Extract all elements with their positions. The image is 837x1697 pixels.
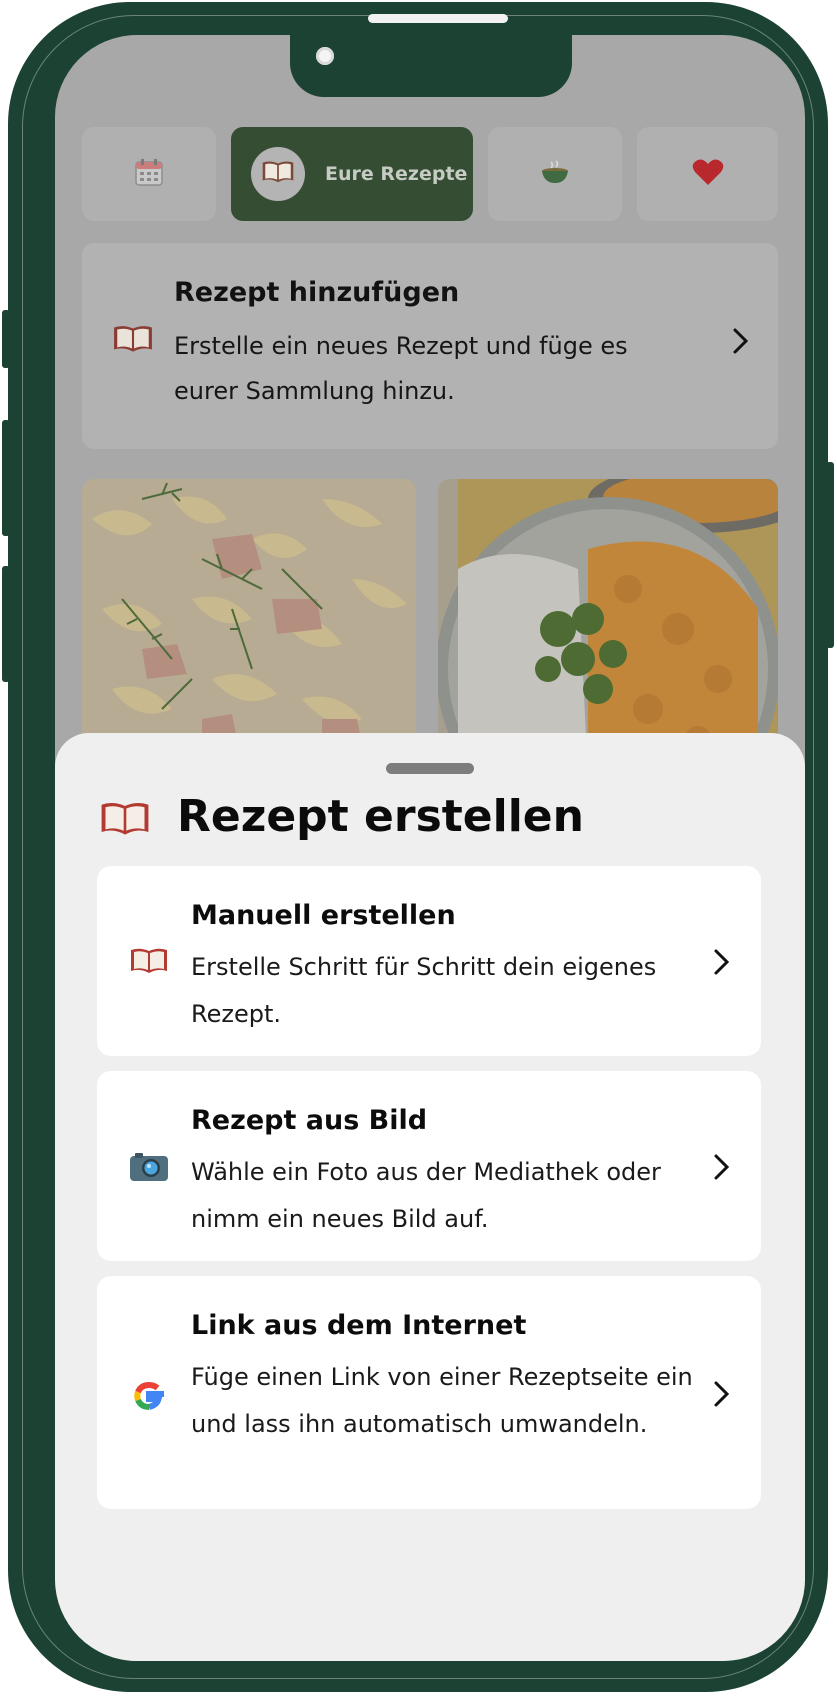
chevron-right-icon [713, 1380, 731, 1412]
tab-label: Eure Rezepte [325, 163, 468, 185]
create-recipe-sheet: Rezept erstellen Manuell erstellen Erste… [55, 733, 805, 1661]
book-icon [261, 159, 295, 189]
calendar-icon [134, 157, 164, 191]
google-icon [129, 1376, 169, 1420]
chevron-right-icon [713, 948, 731, 980]
book-icon [129, 946, 169, 980]
book-icon [112, 323, 154, 359]
sheet-drag-handle[interactable] [386, 763, 474, 774]
notch [290, 35, 572, 97]
option-description: Erstelle Schritt für Schritt dein eigene… [191, 953, 657, 1028]
option-description: Füge einen Link von einer Rezeptseite ei… [191, 1363, 693, 1438]
option-title: Manuell erstellen [191, 900, 456, 931]
option-description: Wähle ein Foto aus der Mediathek oder ni… [191, 1158, 661, 1233]
option-title: Rezept aus Bild [191, 1105, 428, 1136]
chevron-right-icon [713, 1153, 731, 1185]
tab-favorites[interactable] [637, 127, 778, 221]
book-icon [99, 799, 151, 843]
option-manual-create[interactable]: Manuell erstellen Erstelle Schritt für S… [97, 866, 761, 1056]
camera-icon [129, 1151, 169, 1187]
sheet-title: Rezept erstellen [177, 791, 584, 842]
option-recipe-from-image[interactable]: Rezept aus Bild Wähle ein Foto aus der M… [97, 1071, 761, 1261]
heart-icon [692, 158, 724, 190]
tab-calendar[interactable] [82, 127, 216, 221]
tab-eure-rezepte[interactable]: Eure Rezepte [231, 127, 473, 221]
category-tab-bar: Eure Rezepte [82, 127, 778, 221]
add-recipe-title: Rezept hinzufügen [174, 277, 460, 308]
app-screen: Eure Rezepte Rezept hinzufügen Erstelle … [55, 35, 805, 1661]
phone-frame: Eure Rezepte Rezept hinzufügen Erstelle … [8, 2, 828, 1692]
option-title: Link aus dem Internet [191, 1310, 527, 1341]
tab-bowl[interactable] [488, 127, 622, 221]
tab-icon-badge [251, 147, 305, 201]
option-link-from-internet[interactable]: Link aus dem Internet Füge einen Link vo… [97, 1276, 761, 1509]
add-recipe-card[interactable]: Rezept hinzufügen Erstelle ein neues Rez… [82, 243, 778, 449]
front-camera [316, 47, 334, 65]
add-recipe-description: Erstelle ein neues Rezept und füge es eu… [174, 332, 628, 405]
bowl-icon [539, 159, 571, 189]
speaker-grille [368, 14, 508, 23]
chevron-right-icon [732, 327, 750, 359]
